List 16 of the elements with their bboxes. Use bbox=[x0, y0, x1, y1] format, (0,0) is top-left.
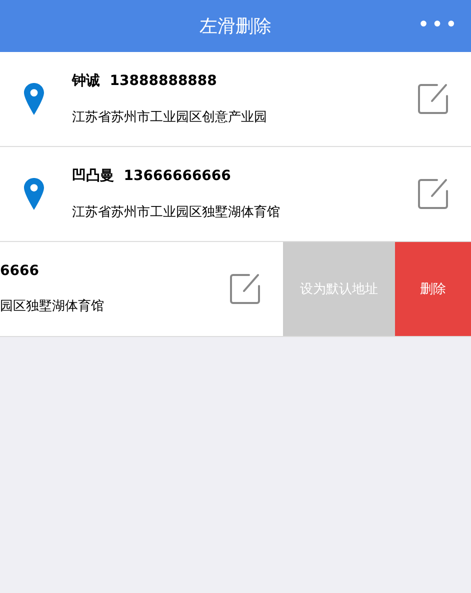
location-pin-icon bbox=[24, 178, 44, 210]
contact-name-phone: 钟诚 13888888888 bbox=[72, 72, 218, 90]
location-pin-icon bbox=[24, 83, 44, 115]
address-text: 园区独墅湖体育馆 bbox=[0, 298, 105, 315]
address-row[interactable]: 凹凸曼 13666666666 江苏省苏州市工业园区独墅湖体育馆 bbox=[0, 147, 471, 242]
edit-icon[interactable] bbox=[417, 178, 449, 210]
delete-button[interactable]: 删除 bbox=[395, 242, 471, 336]
address-text: 江苏省苏州市工业园区创意产业园 bbox=[72, 109, 268, 126]
edit-icon[interactable] bbox=[229, 273, 261, 305]
contact-name-phone: 6666 bbox=[0, 263, 40, 279]
more-menu-button[interactable]: ••• bbox=[418, 12, 459, 36]
address-row[interactable]: 钟诚 13888888888 江苏省苏州市工业园区创意产业园 bbox=[0, 52, 471, 147]
contact-name-phone: 凹凸曼 13666666666 bbox=[72, 167, 232, 185]
address-text: 江苏省苏州市工业园区独墅湖体育馆 bbox=[72, 204, 281, 221]
edit-icon[interactable] bbox=[417, 83, 449, 115]
page-title: 左滑删除 bbox=[200, 15, 272, 38]
